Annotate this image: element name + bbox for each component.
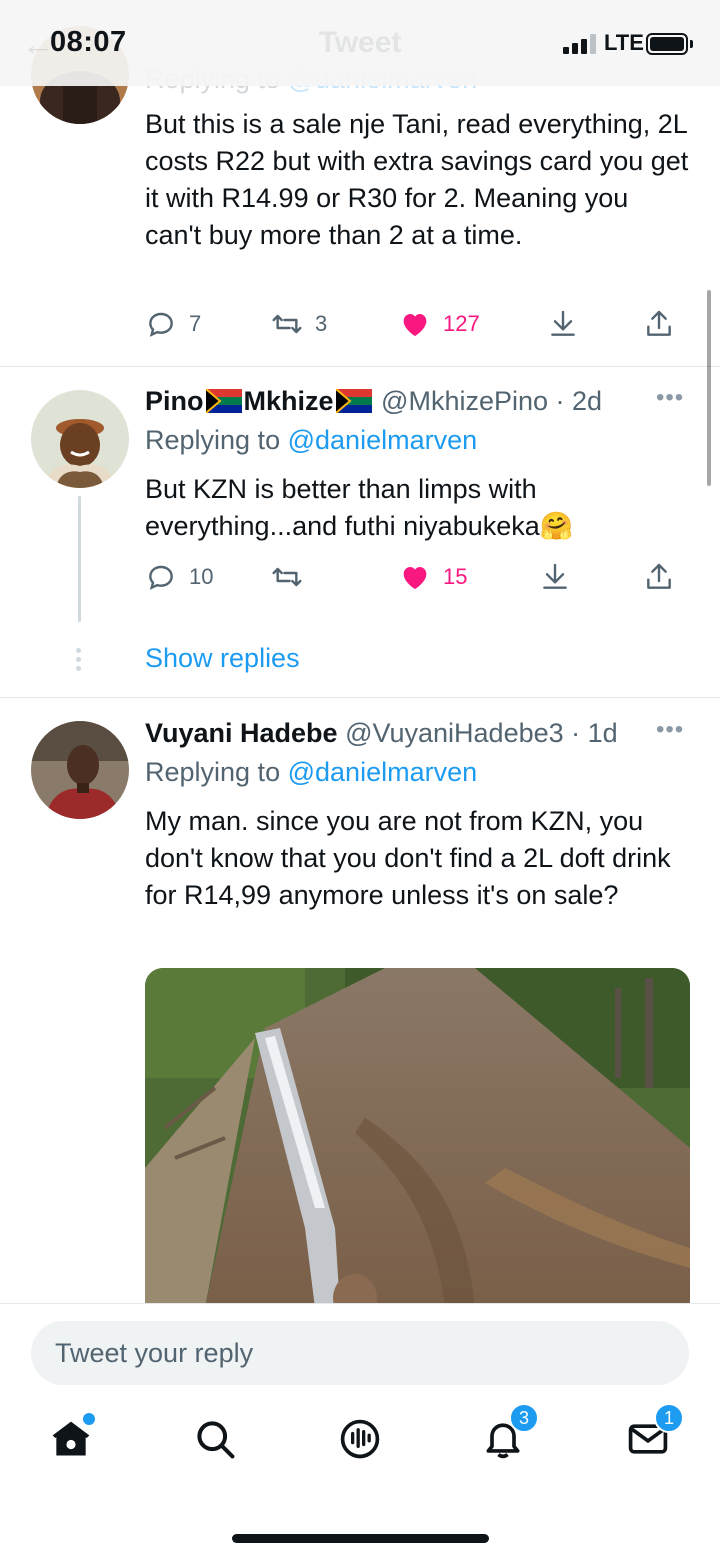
heart-icon (403, 314, 427, 336)
retweet-button[interactable] (271, 557, 303, 597)
spaces-icon (340, 1419, 380, 1459)
reply-count: 7 (189, 311, 202, 336)
divider (0, 697, 720, 698)
download-icon (551, 310, 575, 336)
thread-line (78, 496, 81, 622)
heart-icon (403, 567, 427, 589)
tab-notifications[interactable]: 3 (473, 1403, 539, 1469)
reply-button[interactable]: 7 (145, 304, 201, 344)
reply-icon (149, 312, 173, 337)
signal-icon (563, 34, 597, 54)
like-button[interactable]: 15 (399, 557, 467, 597)
tweet-time: · 2d (555, 386, 603, 416)
more-options-icon[interactable]: ••• (656, 384, 684, 412)
messages-badge: 1 (654, 1403, 684, 1433)
tweet-text: But this is a sale nje Tani, read everyt… (145, 109, 689, 250)
replying-label: Replying to (145, 757, 281, 787)
reply-count: 10 (189, 564, 214, 589)
tab-home[interactable] (41, 1409, 101, 1469)
hugging-emoji: 🤗 (539, 511, 574, 541)
show-replies-link[interactable]: Show replies (145, 643, 300, 674)
tab-search[interactable] (185, 1409, 245, 1469)
home-indicator (232, 1534, 489, 1543)
tab-bar: 3 1 (0, 1403, 720, 1489)
avatar[interactable] (31, 390, 129, 488)
user-handle[interactable]: @MkhizePino (381, 386, 548, 416)
retweet-button[interactable]: 3 (271, 304, 327, 344)
share-icon (647, 563, 671, 589)
south-africa-flag-icon (205, 389, 242, 413)
bookmark-button[interactable] (539, 557, 571, 597)
retweet-count: 3 (315, 311, 328, 336)
avatar[interactable] (31, 721, 129, 819)
download-icon (543, 563, 567, 589)
replying-to: Replying to @danielmarven (145, 425, 477, 456)
tweet-body: But KZN is better than limps with everyt… (145, 474, 540, 541)
tab-spaces[interactable] (330, 1409, 390, 1469)
status-time: 08:07 (50, 26, 127, 58)
like-count: 15 (443, 564, 468, 589)
battery-tip (690, 40, 693, 48)
share-button[interactable] (643, 304, 675, 344)
notifications-badge: 3 (509, 1403, 539, 1433)
reply-icon (149, 565, 173, 590)
display-name[interactable]: Pino Mkhize (145, 386, 381, 416)
tweet-header: Pino Mkhize @MkhizePino · 2d (145, 386, 602, 417)
share-button[interactable] (643, 557, 675, 597)
like-count: 127 (443, 311, 480, 336)
status-bar: ← Tweet 08:07 LTE (0, 0, 720, 86)
replying-label: Replying to (145, 425, 281, 455)
tweet-actions: 7 3 127 (145, 304, 690, 344)
display-name-part: Pino (145, 386, 204, 416)
retweet-icon (272, 314, 302, 334)
more-options-icon[interactable]: ••• (656, 716, 684, 744)
divider (0, 366, 720, 367)
user-handle[interactable]: @VuyaniHadebe3 (345, 718, 564, 748)
tweet-actions: 10 15 (145, 557, 690, 597)
reply-input[interactable] (31, 1321, 689, 1385)
network-label: LTE (604, 30, 644, 55)
replying-handle-link[interactable]: @danielmarven (288, 425, 478, 455)
retweet-icon (272, 567, 302, 587)
tweet-text: But KZN is better than limps with everyt… (145, 471, 690, 545)
reply-button[interactable]: 10 (145, 557, 213, 597)
display-name-part: Mkhize (243, 386, 334, 416)
search-icon (197, 1421, 235, 1459)
share-icon (647, 310, 671, 336)
tweet-header: Vuyani Hadebe @VuyaniHadebe3 · 1d (145, 718, 618, 749)
replying-handle-link[interactable]: @danielmarven (288, 757, 478, 787)
display-name[interactable]: Vuyani Hadebe (145, 718, 338, 748)
like-button[interactable]: 127 (399, 304, 480, 344)
thread-dots (76, 648, 82, 675)
south-africa-flag-icon (335, 389, 372, 413)
tweet-text: My man. since you are not from KZN, you … (145, 806, 671, 910)
tweet-time: · 1d (571, 718, 618, 748)
bottom-bar: 3 1 (0, 1303, 720, 1559)
battery-icon (646, 33, 688, 55)
scroll-indicator (707, 290, 711, 486)
tab-messages[interactable]: 1 (618, 1403, 684, 1469)
tweet-media-image[interactable] (145, 968, 690, 1308)
bookmark-button[interactable] (547, 304, 579, 344)
home-new-dot (83, 1413, 95, 1425)
replying-to: Replying to @danielmarven (145, 757, 477, 788)
